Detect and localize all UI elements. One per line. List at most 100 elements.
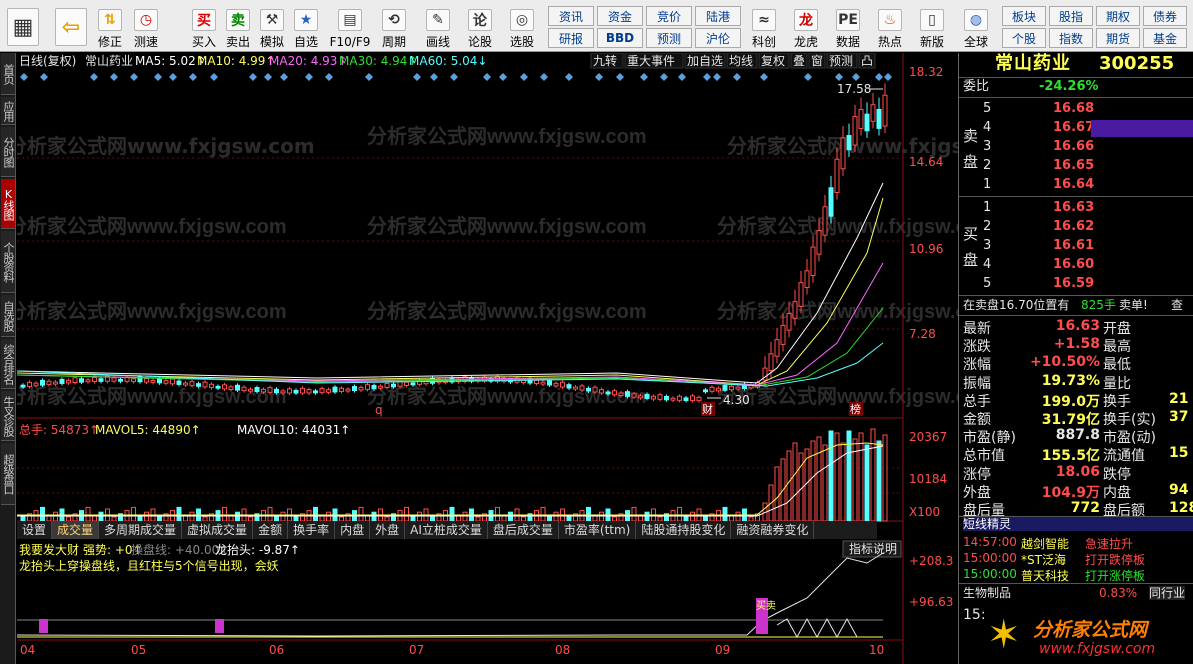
chart-toolbar-button[interactable]: 预测 <box>826 53 858 69</box>
folder-star-tool-button[interactable]: ★ 自选 <box>286 2 326 50</box>
sell-level-row[interactable]: 5 16.68 <box>959 100 1193 118</box>
chart-toolbar-button[interactable]: 复权 <box>758 53 790 69</box>
indicator-tab[interactable]: 虚拟成交量 <box>182 521 254 539</box>
order-note-tail: 卖单! <box>1119 298 1148 312</box>
marker-q[interactable]: q <box>375 403 383 417</box>
chart-toolbar-button[interactable]: 叠 <box>790 53 808 69</box>
indicator-tab[interactable]: AI立桩成交量 <box>405 521 488 539</box>
svg-text:窗: 窗 <box>811 54 823 68</box>
quick-button[interactable]: 沪伦 <box>695 28 741 48</box>
left-tab[interactable]: K线图 <box>1 179 15 229</box>
short-line-row[interactable]: 15:00:00 普天科技 打开涨停板 <box>959 566 1193 583</box>
market-button[interactable]: 指数 <box>1049 28 1093 48</box>
sell-level-row[interactable]: 2 16.65 <box>959 157 1193 175</box>
view-more-link[interactable]: 查 <box>1171 298 1183 312</box>
indicator-tab[interactable]: 陆股通持股变化 <box>636 521 732 539</box>
same-sector-link[interactable]: 同行业 <box>1149 586 1186 600</box>
buy-price: 16.60 <box>1053 257 1095 272</box>
left-tab[interactable]: 应用 <box>1 97 15 125</box>
market-button[interactable]: 基金 <box>1143 28 1187 48</box>
event-stock: 普天科技 <box>1021 569 1070 583</box>
market-button[interactable]: 板块 <box>1002 6 1046 26</box>
chart-toolbar-button[interactable]: 均线 <box>726 53 758 69</box>
chart-toolbar-button[interactable]: 窗 <box>808 53 826 69</box>
clock-tool-button[interactable]: ◷ 测速 <box>126 2 166 50</box>
quick-button[interactable]: 研报 <box>548 28 594 48</box>
sell-level-row[interactable]: 3 16.66 <box>959 138 1193 156</box>
scan-tool-button[interactable]: ◎ 选股 <box>502 2 542 50</box>
chart-toolbar-button[interactable]: 重大事件 <box>624 53 684 69</box>
indicator-tab[interactable]: 市盈率(ttm) <box>559 521 637 539</box>
window-tool-button[interactable]: ▤ F10/F9 <box>330 2 370 50</box>
indicator-description: 龙抬头上穿操盘线，且红柱与5个信号出现，会妖 <box>19 558 279 573</box>
left-tab[interactable]: 分时图 <box>1 127 15 177</box>
globe-icon: ◍ <box>964 9 988 31</box>
globe-tool-button[interactable]: ◍ 全球 <box>956 2 996 50</box>
indicator-tab[interactable]: 外盘 <box>370 521 406 539</box>
stat-value: 37 <box>1169 409 1189 425</box>
indicator-tab[interactable]: 盘后成交量 <box>488 521 559 539</box>
left-tab[interactable]: 综合排名 <box>1 339 15 389</box>
indicator-tab[interactable]: 多周期成交量 <box>99 521 183 539</box>
logo-url: www.fxjgsw.com <box>1039 641 1156 657</box>
phone-tool-button[interactable]: ▯ 新版 <box>912 2 952 50</box>
indicator-tab[interactable]: 融资融券变化 <box>731 521 815 539</box>
stat-value: 16.63 <box>1055 318 1100 334</box>
indicator-tab[interactable]: 金额 <box>253 521 289 539</box>
left-tab[interactable]: 自选股 <box>1 295 15 337</box>
back-arrow-tool-button[interactable]: ⇦ <box>52 2 90 50</box>
chart-tool-button[interactable]: ≈ 科创 <box>744 2 784 50</box>
left-tab[interactable]: 首页 <box>1 53 15 95</box>
grid-tool-button[interactable]: ▦ <box>4 2 42 50</box>
buy-level-row[interactable]: 2 16.62 <box>959 218 1193 236</box>
discuss-icon: 论 <box>468 9 492 31</box>
marker-bang[interactable]: 榜 <box>850 402 861 416</box>
pencil-tool-button[interactable]: ✎ 画线 <box>418 2 458 50</box>
market-button[interactable]: 期权 <box>1096 6 1140 26</box>
dragon-tool-button[interactable]: 龙龙虎 <box>786 2 826 50</box>
cycle-tool-button[interactable]: ⟲ 周期 <box>374 2 414 50</box>
stock-name-label: 常山药业 <box>85 54 133 68</box>
chart-toolbar-button[interactable]: 加自选 <box>684 53 726 69</box>
indicator-explain-button[interactable]: 指标说明 <box>842 540 902 558</box>
indicator-tab-bar: 设置 成交量 多周期成交量 虚拟成交量 金额 换手率 内盘 外盘 AI立桩成交量 盘后成交量 市盈率… <box>17 521 877 539</box>
fire-tool-button[interactable]: ♨ 热点 <box>870 2 910 50</box>
buy-level-row[interactable]: 1 16.63 <box>959 199 1193 217</box>
discuss-tool-button[interactable]: 论论股 <box>460 2 500 50</box>
buy-level-row[interactable]: 3 16.61 <box>959 237 1193 255</box>
buy-level-row[interactable]: 5 16.59 <box>959 275 1193 293</box>
chart-toolbar-button[interactable]: 凸 <box>858 53 876 69</box>
kline-chart-area[interactable]: 分析家公式网www.fxjgsw.com 分析家公式网www.fxjgsw.com… <box>17 53 958 664</box>
quick-button[interactable]: 竞价 <box>646 6 692 26</box>
indicator-tab[interactable]: 换手率 <box>288 521 336 539</box>
stat-row: 总市值 155.5亿 流通值 15 <box>959 444 1193 464</box>
market-button[interactable]: 股指 <box>1049 6 1093 26</box>
level-number: 3 <box>983 238 992 253</box>
short-line-row[interactable]: 15:00:00 *ST泛海 打开跌停板 <box>959 550 1193 567</box>
up-down-arrows-tool-button[interactable]: ⇅ 修正 <box>90 2 130 50</box>
quick-button[interactable]: 陆港 <box>695 6 741 26</box>
indicator-tab[interactable]: 设置 <box>17 521 53 539</box>
quick-button[interactable]: 资讯 <box>548 6 594 26</box>
buy-level-row[interactable]: 4 16.60 <box>959 256 1193 274</box>
level-number: 2 <box>983 219 992 234</box>
marker-cai[interactable]: 财 <box>702 402 713 416</box>
pe-tool-button[interactable]: PE 数据 <box>828 2 868 50</box>
quick-button[interactable]: 预测 <box>646 28 692 48</box>
market-button[interactable]: 债券 <box>1143 6 1187 26</box>
sector-name[interactable]: 生物制品 <box>963 586 1011 600</box>
indicator-tab[interactable]: 成交量 <box>52 521 100 539</box>
left-tab[interactable]: 超级盘口 <box>1 443 15 505</box>
chart-toolbar-button[interactable]: 九转 <box>590 53 624 69</box>
indicator-tab[interactable]: 内盘 <box>335 521 371 539</box>
clock-icon: ◷ <box>134 9 158 31</box>
quick-button[interactable]: 资金 <box>597 6 643 26</box>
tool-label: 周期 <box>381 35 406 49</box>
sell-level-row[interactable]: 1 16.64 <box>959 176 1193 194</box>
left-tab[interactable]: 个股资料 <box>1 231 15 293</box>
left-tab[interactable]: 牛叉诊股 <box>1 391 15 441</box>
quick-button[interactable]: BBD <box>597 28 643 48</box>
market-button[interactable]: 期货 <box>1096 28 1140 48</box>
market-button[interactable]: 个股 <box>1002 28 1046 48</box>
short-line-row[interactable]: 14:57:00 越剑智能 急速拉升 <box>959 534 1193 551</box>
